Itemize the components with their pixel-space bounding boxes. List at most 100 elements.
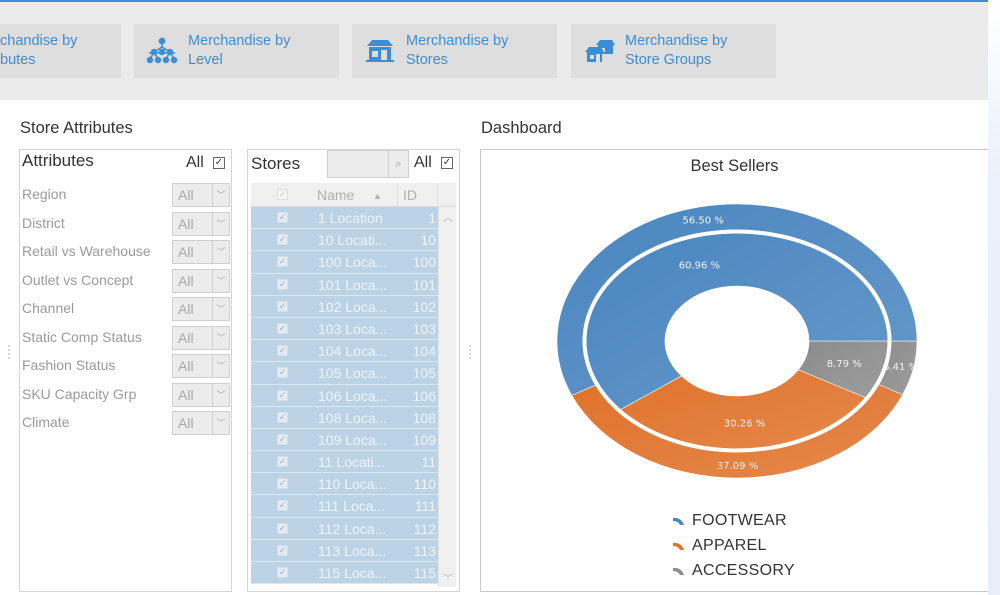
- row-checkbox[interactable]: ✓: [277, 389, 288, 401]
- store-id: 104: [412, 343, 436, 360]
- attribute-select[interactable]: All ﹀: [172, 268, 230, 293]
- attribute-value: All: [178, 187, 194, 203]
- chevron-down-icon[interactable]: ﹀: [212, 298, 229, 320]
- chevron-down-icon[interactable]: ﹀: [212, 383, 229, 406]
- row-checkbox[interactable]: ✓: [277, 345, 288, 357]
- store-id: 100: [412, 254, 436, 271]
- store-row[interactable]: ✓ 109 Loca... 109: [251, 428, 438, 452]
- store-row[interactable]: ✓ 106 Loca... 106: [251, 384, 438, 407]
- row-checkbox[interactable]: ✓: [277, 234, 288, 246]
- toolbar: chandise by butes Merchandise by Level M…: [0, 2, 988, 100]
- row-checkbox[interactable]: ✓: [277, 500, 288, 512]
- row-checkbox[interactable]: ✓: [277, 522, 288, 534]
- store-name: 112 Loca...: [318, 520, 387, 537]
- chevron-down-icon[interactable]: ﹀: [212, 412, 229, 434]
- inner-label-accessory: 8.79 %: [827, 359, 862, 370]
- store-row[interactable]: ✓ 10 Locati... 10: [251, 229, 438, 252]
- store-row[interactable]: ✓ 115 Loca... 115: [251, 562, 438, 585]
- store-row[interactable]: ✓ 110 Loca... 110: [251, 473, 438, 496]
- store-name: 108 Loca...: [318, 409, 388, 426]
- store-row[interactable]: ✓ 101 Loca... 101: [251, 273, 438, 296]
- row-checkbox[interactable]: ✓: [277, 478, 288, 490]
- store-id: 115: [413, 565, 436, 581]
- store-id: 101: [412, 276, 436, 293]
- inner-label-apparel: 30.26 %: [724, 418, 765, 429]
- row-checkbox[interactable]: ✓: [277, 544, 288, 556]
- search-icon[interactable]: ⌕: [388, 151, 408, 177]
- attribute-select[interactable]: All ﹀: [172, 240, 230, 264]
- legend-item-footwear[interactable]: FOOTWEAR: [672, 508, 795, 533]
- stores-scrollbar[interactable]: ︿ ﹀: [438, 207, 456, 587]
- chevron-down-icon[interactable]: ﹀: [212, 326, 229, 349]
- middle-resize-grip[interactable]: · · · ·: [468, 339, 472, 363]
- legend-item-accessory[interactable]: ACCESSORY: [672, 558, 795, 583]
- chevron-down-icon[interactable]: ﹀: [212, 241, 229, 263]
- row-checkbox[interactable]: ✓: [277, 433, 288, 445]
- store-row[interactable]: ✓ 108 Loca... 108: [251, 406, 438, 429]
- attribute-row: Static Comp Status All ﹀: [22, 325, 230, 350]
- store-row[interactable]: ✓ 11 Locati... 11: [251, 451, 438, 474]
- store-id: 103: [412, 320, 436, 337]
- attribute-label: District: [22, 214, 65, 231]
- row-checkbox[interactable]: ✓: [277, 212, 288, 223]
- row-checkbox[interactable]: ✓: [277, 411, 288, 423]
- store-row[interactable]: ✓ 111 Loca... 111: [251, 495, 438, 518]
- attribute-value: All: [178, 272, 194, 289]
- store-row[interactable]: ✓ 113 Loca... 113: [251, 539, 438, 562]
- attribute-select[interactable]: All ﹀: [172, 211, 230, 236]
- attribute-select[interactable]: All ﹀: [172, 183, 230, 207]
- store-row[interactable]: ✓ 112 Loca... 112: [251, 517, 438, 540]
- store-row[interactable]: ✓ 100 Loca... 100: [251, 251, 438, 274]
- attributes-all-checkbox[interactable]: ✓: [213, 157, 225, 169]
- store-row[interactable]: ✓ 103 Loca... 103: [251, 317, 438, 341]
- attribute-select[interactable]: All ﹀: [172, 382, 230, 407]
- store-row[interactable]: ✓ 104 Loca... 104: [251, 340, 438, 363]
- store-row[interactable]: ✓ 102 Loca... 102: [251, 295, 438, 318]
- chevron-down-icon[interactable]: ﹀: [212, 184, 229, 206]
- row-checkbox[interactable]: ✓: [277, 300, 288, 312]
- row-checkbox[interactable]: ✓: [277, 278, 288, 290]
- attribute-row: Retail vs Warehouse All ﹀: [22, 240, 230, 264]
- button-label: Merchandise by Store Groups: [625, 33, 728, 68]
- chevron-down-icon[interactable]: ﹀: [212, 355, 229, 377]
- attribute-value: All: [178, 358, 194, 374]
- attribute-select[interactable]: All ﹀: [172, 325, 230, 350]
- attribute-row: Fashion Status All ﹀: [22, 354, 230, 378]
- chevron-down-icon[interactable]: ﹀: [212, 269, 229, 292]
- attribute-select[interactable]: All ﹀: [172, 297, 230, 321]
- row-checkbox[interactable]: ✓: [277, 456, 288, 468]
- select-all-rows-checkbox[interactable]: ✓: [277, 189, 288, 200]
- merchandise-by-level-button[interactable]: Merchandise by Level: [134, 24, 339, 78]
- attribute-row: Outlet vs Concept All ﹀: [22, 268, 230, 293]
- scroll-down-icon[interactable]: ﹀: [439, 570, 457, 585]
- merchandise-by-store-groups-button[interactable]: Merchandise by Store Groups: [571, 24, 776, 78]
- hierarchy-icon: [144, 36, 180, 66]
- merchandise-by-stores-button[interactable]: Merchandise by Stores: [352, 24, 557, 78]
- row-checkbox[interactable]: ✓: [277, 322, 288, 334]
- button-label: Merchandise by Level: [188, 33, 291, 68]
- stores-all-checkbox[interactable]: ✓: [441, 157, 453, 169]
- attribute-value: All: [178, 386, 194, 403]
- attribute-select[interactable]: All ﹀: [172, 354, 230, 378]
- row-checkbox[interactable]: ✓: [277, 367, 288, 379]
- store-row[interactable]: ✓ 1 Location 1: [251, 207, 438, 230]
- merchandise-by-attributes-button[interactable]: chandise by butes: [0, 24, 121, 78]
- chevron-down-icon[interactable]: ﹀: [212, 212, 229, 235]
- attribute-select[interactable]: All ﹀: [172, 411, 230, 435]
- store-name: 110 Loca...: [318, 476, 387, 493]
- outer-label-accessory: 6.41 %: [883, 362, 918, 373]
- store-row[interactable]: ✓ 105 Loca... 105: [251, 362, 438, 385]
- column-header-name[interactable]: Name: [317, 187, 354, 203]
- window-edge: [988, 0, 1000, 595]
- row-checkbox[interactable]: ✓: [277, 567, 288, 578]
- store-name: 1 Location: [318, 210, 383, 226]
- store-id: 105: [412, 365, 436, 382]
- row-checkbox[interactable]: ✓: [277, 256, 288, 268]
- stores-search-input[interactable]: ⌕: [327, 150, 409, 178]
- left-resize-grip[interactable]: · · · ·: [7, 339, 11, 363]
- attribute-row: Region All ﹀: [22, 183, 230, 207]
- scroll-up-icon[interactable]: ︿: [439, 209, 457, 224]
- column-header-id[interactable]: ID: [403, 187, 417, 203]
- legend-item-apparel[interactable]: APPAREL: [672, 533, 795, 558]
- store-name: 106 Loca...: [318, 387, 388, 404]
